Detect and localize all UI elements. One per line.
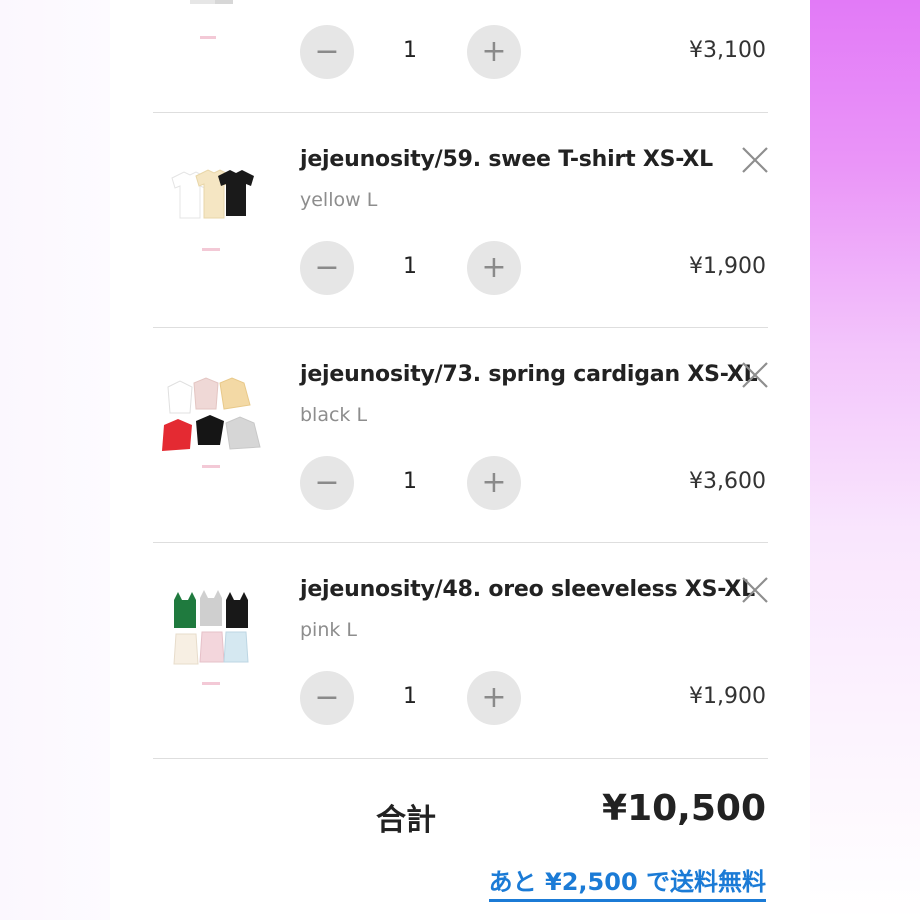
minus-icon: −: [314, 680, 340, 715]
product-variant: pink L: [300, 619, 358, 641]
increase-quantity-button[interactable]: +: [467, 456, 521, 510]
decrease-quantity-button[interactable]: −: [300, 671, 354, 725]
sleeveless-thumbnail-icon[interactable]: [160, 580, 270, 690]
plus-icon: +: [481, 680, 507, 715]
remove-item-close-icon[interactable]: [740, 145, 770, 175]
cart-panel: − 1 + ¥3,100 jejeunosity/59. swee T-shir…: [110, 0, 810, 920]
quantity-value: 1: [403, 469, 417, 494]
decrease-quantity-button[interactable]: −: [300, 25, 354, 79]
decrease-quantity-button[interactable]: −: [300, 456, 354, 510]
product-title[interactable]: jejeunosity/48. oreo sleeveless XS-XL: [300, 577, 755, 602]
plus-icon: +: [481, 34, 507, 69]
item-price: ¥3,100: [689, 38, 766, 63]
total-label: 合計: [376, 803, 436, 838]
cart-item: jejeunosity/73. spring cardigan XS-XL bl…: [110, 328, 810, 542]
quantity-value: 1: [403, 38, 417, 63]
total-value: ¥10,500: [602, 788, 766, 829]
increase-quantity-button[interactable]: +: [467, 241, 521, 295]
product-title[interactable]: jejeunosity/59. swee T-shirt XS-XL: [300, 147, 713, 172]
remove-item-close-icon[interactable]: [740, 575, 770, 605]
tshirt-thumbnail-icon[interactable]: [160, 148, 270, 258]
cart-item: − 1 + ¥3,100: [110, 0, 810, 112]
background-right-gradient: [810, 0, 920, 920]
item-price: ¥1,900: [689, 254, 766, 279]
quantity-value: 1: [403, 684, 417, 709]
remove-item-close-icon[interactable]: [740, 360, 770, 390]
decrease-quantity-button[interactable]: −: [300, 241, 354, 295]
cart-item: jejeunosity/59. swee T-shirt XS-XL yello…: [110, 113, 810, 327]
product-thumbnail-partial-icon[interactable]: [160, 0, 270, 40]
minus-icon: −: [314, 250, 340, 285]
free-shipping-link[interactable]: あと ¥2,500 で送料無料: [488, 862, 766, 902]
plus-icon: +: [481, 250, 507, 285]
quantity-value: 1: [403, 254, 417, 279]
divider: [153, 758, 768, 759]
minus-icon: −: [314, 465, 340, 500]
background-left: [0, 0, 110, 920]
minus-icon: −: [314, 34, 340, 69]
cardigan-thumbnail-icon[interactable]: [160, 365, 270, 475]
product-title[interactable]: jejeunosity/73. spring cardigan XS-XL: [300, 362, 758, 387]
increase-quantity-button[interactable]: +: [467, 671, 521, 725]
increase-quantity-button[interactable]: +: [467, 25, 521, 79]
item-price: ¥3,600: [689, 469, 766, 494]
plus-icon: +: [481, 465, 507, 500]
product-variant: yellow L: [300, 189, 378, 211]
item-price: ¥1,900: [689, 684, 766, 709]
cart-item: jejeunosity/48. oreo sleeveless XS-XL pi…: [110, 543, 810, 757]
product-variant: black L: [300, 404, 368, 426]
